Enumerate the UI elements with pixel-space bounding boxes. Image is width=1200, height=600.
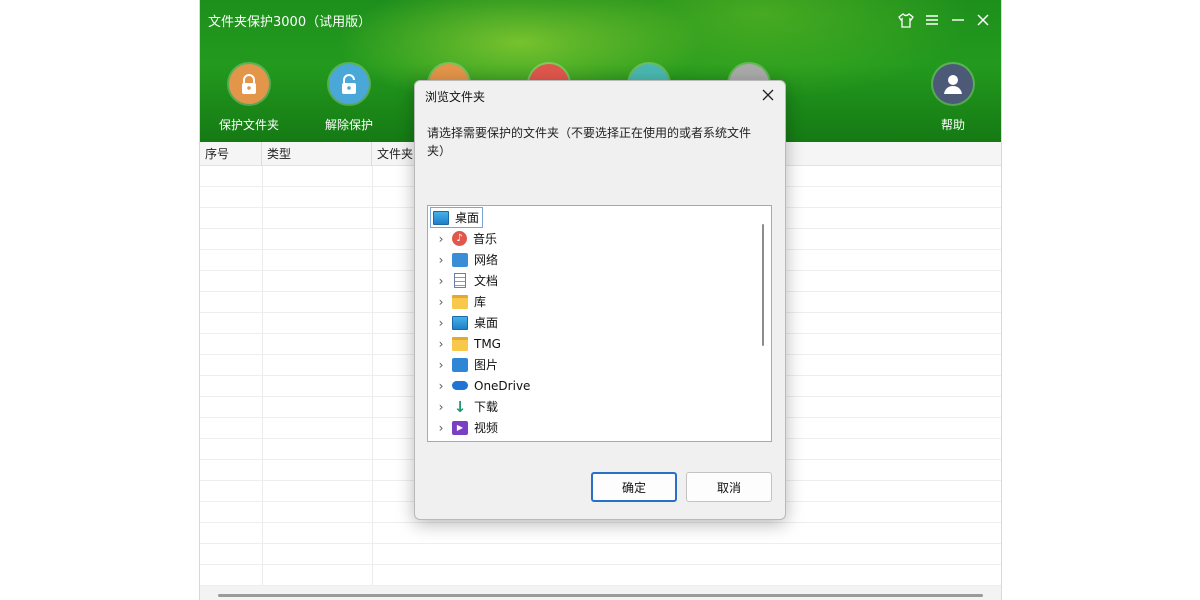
unprotect-button[interactable]: 解除保护	[306, 64, 392, 133]
download-icon: ↓	[453, 397, 467, 416]
desktop-icon	[452, 315, 468, 330]
horizontal-scrollbar[interactable]	[200, 586, 1001, 600]
folder-tree[interactable]: 桌面 › ♪ 音乐 › 网络 › 文档 › 库 › 桌面 › TMG › 图片 …	[427, 205, 772, 442]
dialog-message: 请选择需要保护的文件夹（不要选择正在使用的或者系统文件夹）	[427, 126, 752, 158]
protect-folder-label: 保护文件夹	[218, 118, 279, 132]
column-divider	[262, 166, 263, 586]
tree-item[interactable]: › 网络	[434, 249, 498, 270]
chevron-right-icon[interactable]: ›	[434, 421, 448, 435]
help-button[interactable]: 帮助	[910, 64, 996, 133]
desktop-icon	[433, 210, 449, 225]
horizontal-scrollbar-thumb[interactable]	[218, 594, 983, 597]
app-title: 文件夹保护3000（试用版）	[208, 15, 372, 30]
tree-item[interactable]: › 桌面	[434, 312, 498, 333]
column-header-index[interactable]: 序号	[200, 142, 262, 166]
cloud-icon	[452, 381, 468, 390]
user-icon	[933, 64, 973, 104]
video-icon: ▶	[452, 420, 468, 435]
chevron-right-icon[interactable]: ›	[434, 316, 448, 330]
protect-folder-button[interactable]: 保护文件夹	[206, 64, 292, 133]
tree-item[interactable]: › TMG	[434, 333, 501, 354]
minimize-icon[interactable]	[948, 10, 968, 30]
folder-icon	[452, 336, 468, 351]
cancel-button[interactable]: 取消	[686, 472, 772, 502]
ok-button[interactable]: 确定	[591, 472, 677, 502]
menu-icon[interactable]	[922, 10, 942, 30]
music-icon: ♪	[452, 231, 467, 246]
close-icon[interactable]	[973, 10, 993, 30]
chevron-right-icon[interactable]: ›	[434, 400, 448, 414]
tree-item-desktop-root[interactable]: 桌面	[430, 207, 484, 228]
tree-item[interactable]: › 文档	[434, 270, 498, 291]
chevron-right-icon[interactable]: ›	[434, 274, 448, 288]
tree-item[interactable]: › 库	[434, 291, 486, 312]
help-label: 帮助	[940, 118, 965, 132]
table-row	[200, 544, 1001, 565]
column-header-type[interactable]: 类型	[262, 142, 372, 166]
table-row	[200, 523, 1001, 544]
lock-open-icon	[329, 64, 369, 104]
document-icon	[454, 273, 466, 288]
unprotect-label: 解除保护	[324, 118, 373, 132]
chevron-right-icon[interactable]: ›	[434, 337, 448, 351]
vertical-scrollbar-thumb[interactable]	[762, 224, 764, 346]
tree-item[interactable]: › OneDrive	[434, 375, 531, 396]
chevron-right-icon[interactable]: ›	[434, 295, 448, 309]
tree-item[interactable]: › ↓ 下载	[434, 396, 498, 417]
browse-folder-dialog: 浏览文件夹 请选择需要保护的文件夹（不要选择正在使用的或者系统文件夹） 桌面 ›…	[414, 80, 786, 520]
skin-shirt-icon[interactable]	[896, 10, 916, 30]
chevron-right-icon[interactable]: ›	[434, 232, 448, 246]
chevron-right-icon[interactable]: ›	[434, 379, 448, 393]
dialog-title: 浏览文件夹	[425, 90, 486, 104]
chevron-right-icon[interactable]: ›	[434, 358, 448, 372]
dialog-close-icon[interactable]	[757, 85, 779, 105]
pictures-icon	[452, 357, 468, 372]
tree-item[interactable]: › ▶ 视频	[434, 417, 498, 438]
column-divider	[372, 166, 373, 586]
chevron-right-icon[interactable]: ›	[434, 253, 448, 267]
table-row	[200, 565, 1001, 586]
tree-item[interactable]: › 图片	[434, 354, 498, 375]
tree-item[interactable]: › ♪ 音乐	[434, 228, 497, 249]
folder-icon	[452, 294, 468, 309]
lock-closed-icon	[229, 64, 269, 104]
network-icon	[452, 252, 468, 267]
